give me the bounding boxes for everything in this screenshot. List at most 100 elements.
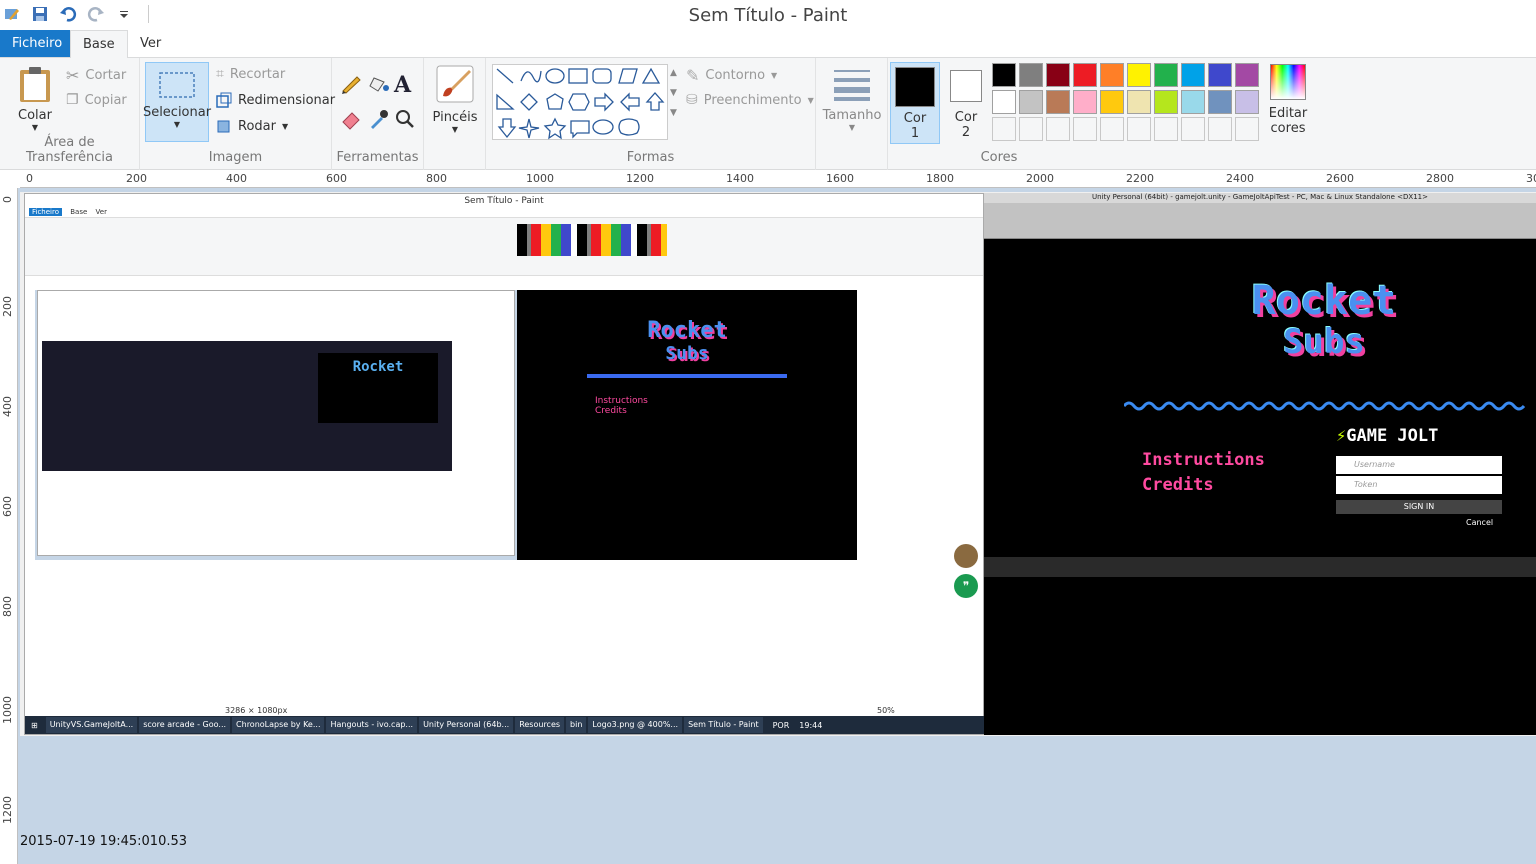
- hangouts-icon: ❞: [954, 574, 978, 598]
- color-swatch[interactable]: [1127, 90, 1151, 114]
- horizontal-ruler: 0 200 400 600 800 1000 1200 1400 1600 1800 2000 220…: [20, 170, 1536, 188]
- fill-bucket-icon[interactable]: [368, 72, 390, 98]
- nested-game: Rocket: [318, 353, 438, 423]
- eraser-icon[interactable]: [340, 108, 362, 134]
- pencil-icon[interactable]: [340, 72, 362, 98]
- paste-button[interactable]: Colar ▼: [10, 64, 60, 132]
- color-swatch[interactable]: [1235, 63, 1259, 87]
- color-swatch[interactable]: [1208, 63, 1232, 87]
- crop-button[interactable]: ⌗ Recortar: [216, 66, 285, 82]
- shapes-gallery-icons: [496, 67, 665, 140]
- tab-file[interactable]: Ficheiro: [0, 30, 75, 57]
- selection-rect-icon: [159, 72, 195, 98]
- inner-taskbar: ⊞ UnityVS.GameJoltA... score arcade - Goo…: [25, 716, 985, 734]
- ruler-tick-label: 1800: [926, 172, 954, 185]
- ruler-tick-label: 2600: [1326, 172, 1354, 185]
- line-size-icon: [834, 70, 870, 101]
- color2-button[interactable]: Cor 2: [942, 62, 990, 144]
- fill-icon: ⛁: [686, 92, 698, 108]
- ruler-tick-label: 200: [1, 296, 14, 317]
- color-swatch[interactable]: [992, 63, 1016, 87]
- taskbar-item: Hangouts - ivo.cap...: [326, 717, 418, 733]
- window-title: Sem Título - Paint: [688, 5, 848, 26]
- color-swatch[interactable]: [1100, 117, 1124, 141]
- resize-button[interactable]: Redimensionar: [216, 92, 335, 108]
- color-swatch[interactable]: [1235, 90, 1259, 114]
- color-swatch[interactable]: [992, 117, 1016, 141]
- outline-icon: ✎: [686, 66, 700, 85]
- unity-game-view: Rocket Subs Instructions Credits ⚡GAME J…: [1124, 250, 1526, 550]
- taskbar-item: UnityVS.GameJoltA...: [45, 717, 138, 733]
- brushes-button[interactable]: Pincéis ▼: [432, 64, 478, 134]
- clipboard-icon: [20, 67, 50, 102]
- color-swatch[interactable]: [1046, 117, 1070, 141]
- color-swatch[interactable]: [1235, 117, 1259, 141]
- ruler-tick-label: 400: [226, 172, 247, 185]
- outline-button[interactable]: ✎ Contorno ▼: [686, 66, 777, 85]
- username-field: Username: [1336, 456, 1502, 474]
- color-swatch[interactable]: [1019, 117, 1043, 141]
- color-swatch[interactable]: [1073, 63, 1097, 87]
- edit-colors-button[interactable]: Editar cores: [1258, 64, 1318, 136]
- size-button[interactable]: Tamanho ▼: [822, 68, 882, 132]
- magnifier-icon[interactable]: [394, 108, 416, 134]
- tab-home[interactable]: Base: [70, 30, 128, 59]
- gamejolt-logo: ⚡GAME JOLT: [1336, 426, 1439, 446]
- select-button[interactable]: Selecionar ▼: [143, 62, 211, 142]
- image-group-label: Imagem: [208, 150, 263, 165]
- color-swatch[interactable]: [1181, 117, 1205, 141]
- ruler-tick-label: 600: [326, 172, 347, 185]
- ruler-tick-label: 0: [26, 172, 33, 185]
- ruler-tick-label: 800: [426, 172, 447, 185]
- drawing-canvas[interactable]: Sem Título - Paint Ficheiro Base Ver Roc…: [20, 192, 1536, 736]
- ruler-tick-label: 400: [1, 396, 14, 417]
- shapes-gallery[interactable]: [492, 64, 668, 140]
- color-swatch[interactable]: [1019, 63, 1043, 87]
- color1-button[interactable]: Cor 1: [890, 62, 940, 144]
- color-swatch[interactable]: [1154, 90, 1178, 114]
- cut-button[interactable]: ✂ Cortar: [66, 66, 126, 85]
- color-swatch[interactable]: [1100, 90, 1124, 114]
- taskbar-language: POR: [772, 720, 790, 730]
- copy-button[interactable]: ❐ Copiar: [66, 92, 127, 108]
- color-swatch[interactable]: [1073, 90, 1097, 114]
- resize-icon: [216, 92, 232, 108]
- inner-zoom: 50%: [877, 706, 895, 715]
- rotate-icon: [217, 120, 230, 133]
- color-swatch[interactable]: [1127, 117, 1151, 141]
- color-swatch[interactable]: [1100, 63, 1124, 87]
- color-picker-icon[interactable]: [368, 108, 390, 134]
- fill-button[interactable]: ⛁ Preenchimento ▼: [686, 92, 814, 108]
- menu-credits: Credits: [1142, 475, 1214, 495]
- ribbon-tabs: Ficheiro Base Ver: [0, 30, 1536, 59]
- color-swatch[interactable]: [992, 90, 1016, 114]
- color-swatch[interactable]: [1127, 63, 1151, 87]
- game-title-rocket: Rocket: [1251, 278, 1397, 324]
- rotate-button[interactable]: Rodar ▼: [216, 118, 288, 134]
- text-tool-icon[interactable]: A: [394, 72, 411, 98]
- taskbar-clock: 19:44: [799, 720, 823, 730]
- color-swatch[interactable]: [1181, 63, 1205, 87]
- color-swatch[interactable]: [1208, 117, 1232, 141]
- taskbar-item: bin: [566, 717, 587, 733]
- token-field: Token: [1336, 476, 1502, 494]
- brush-icon: [436, 65, 474, 103]
- color-swatch[interactable]: [1154, 63, 1178, 87]
- chevron-down-icon: ▼: [281, 121, 289, 131]
- color-swatch[interactable]: [1046, 63, 1070, 87]
- color-swatch[interactable]: [1019, 90, 1043, 114]
- color-swatch[interactable]: [1208, 90, 1232, 114]
- shapes-group: ▲ ▼ ▼ ✎ Contorno ▼ ⛁ Preenchimento ▼ Forma…: [486, 58, 816, 170]
- tab-view[interactable]: Ver: [128, 30, 173, 58]
- shapes-group-label: Formas: [626, 150, 675, 165]
- ruler-tick-label: 2800: [1426, 172, 1454, 185]
- shapes-scroll[interactable]: ▲ ▼ ▼: [670, 68, 677, 118]
- inner-canvas: Rocket Rocket Subs Instructions Credits: [35, 290, 857, 560]
- color-swatch[interactable]: [1046, 90, 1070, 114]
- game-title-subs: Subs: [1283, 322, 1365, 362]
- color-swatch[interactable]: [1154, 117, 1178, 141]
- color-swatch[interactable]: [1073, 117, 1097, 141]
- colors-group-label: Cores: [980, 150, 1018, 165]
- color-swatch[interactable]: [1181, 90, 1205, 114]
- windows-start-icon: ⊞: [31, 720, 38, 730]
